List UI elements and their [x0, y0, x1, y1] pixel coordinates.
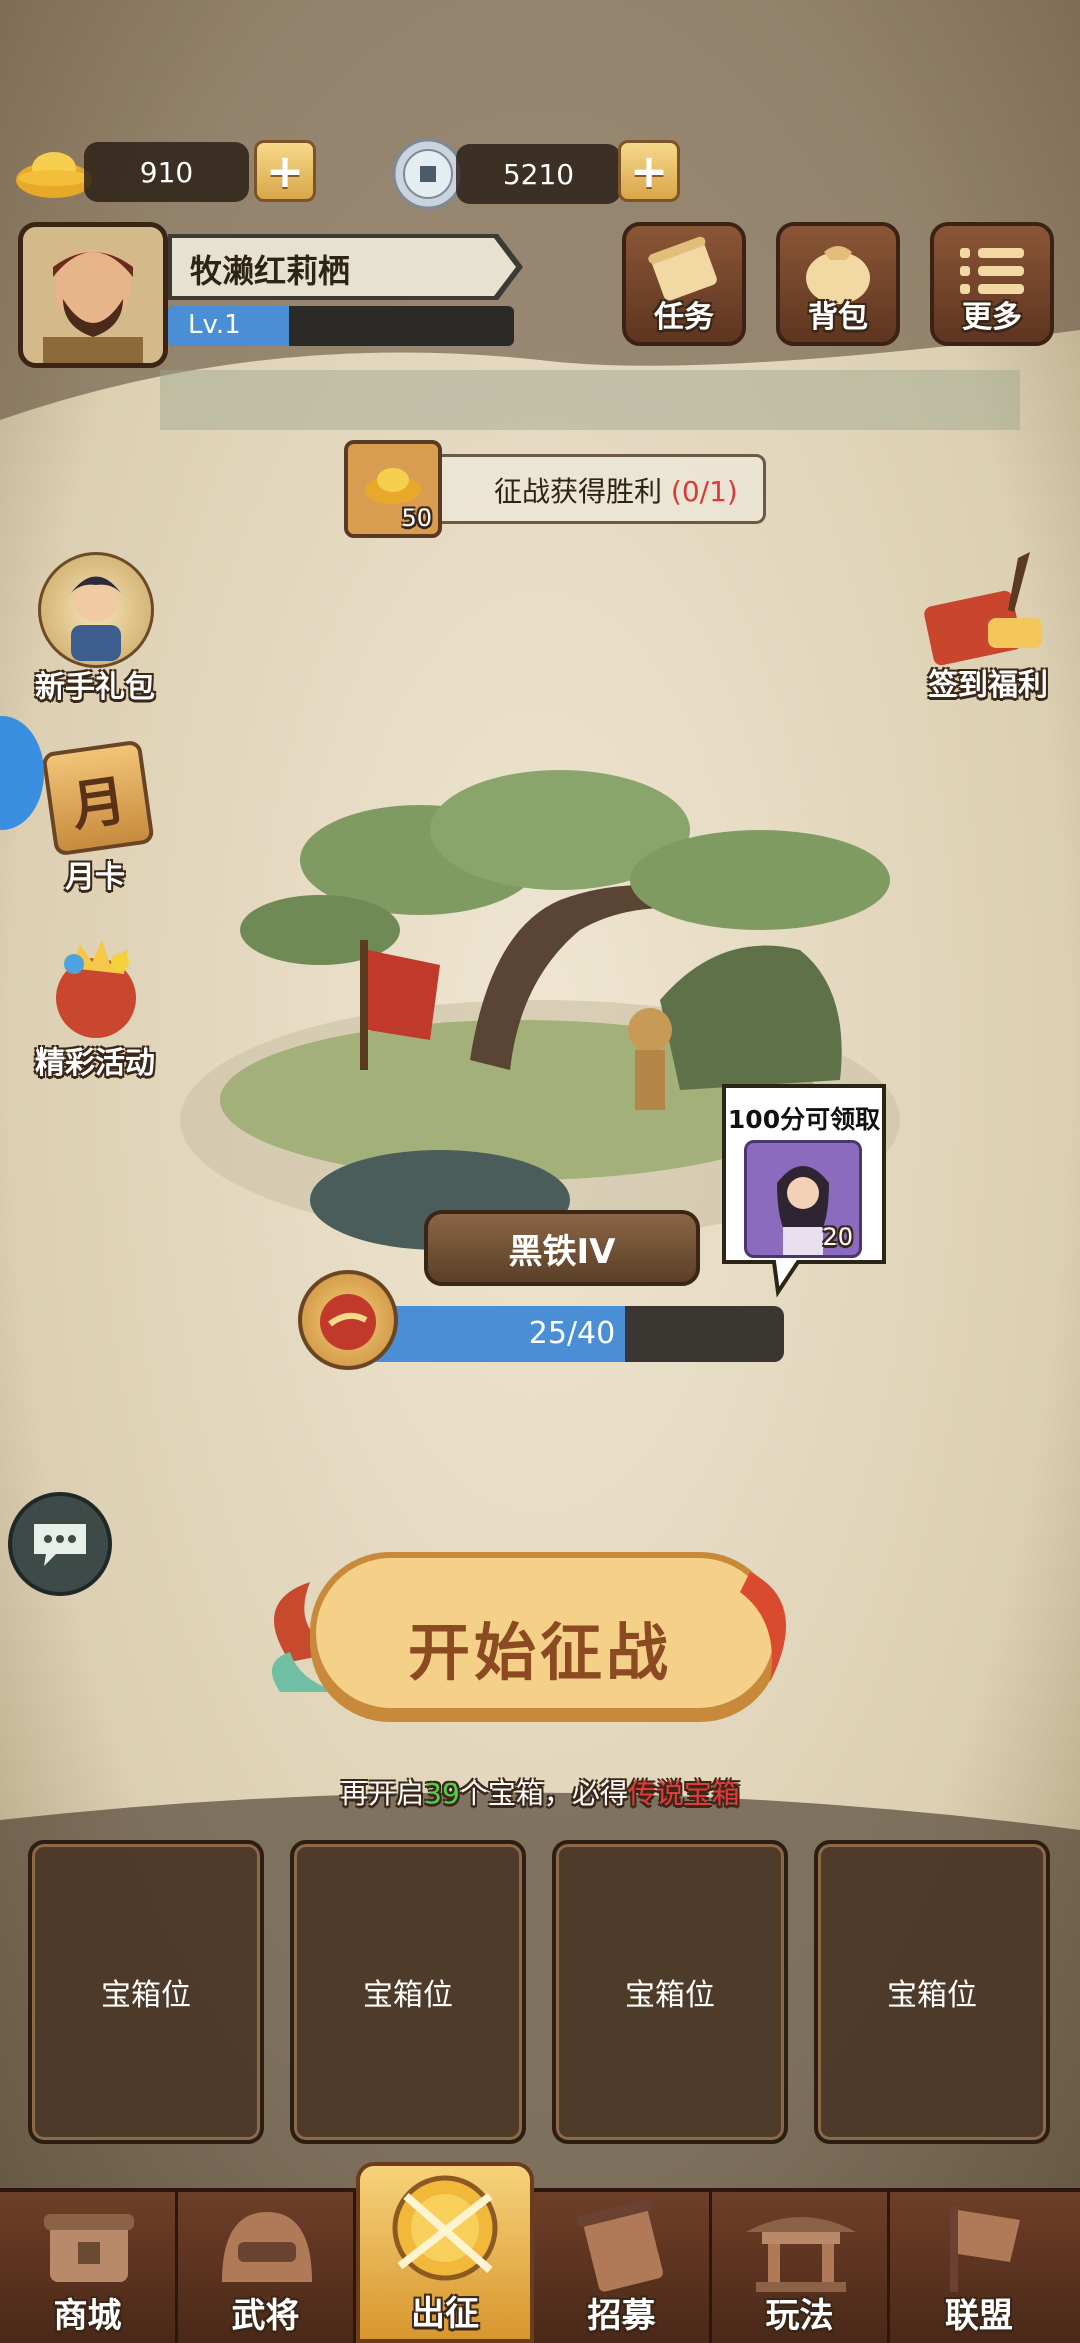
rank-medal-icon	[298, 1270, 398, 1370]
signin-label: 签到福利	[928, 668, 1048, 703]
nav-recruit-label: 招募	[587, 2296, 656, 2336]
chest-hint-count: 39	[424, 1777, 460, 1810]
events-label: 精彩活动	[35, 1046, 155, 1081]
plus-icon: +	[265, 144, 305, 198]
newbie-pack-label: 新手礼包	[35, 670, 155, 705]
chest-slot-4[interactable]: 宝箱位	[814, 1840, 1050, 2144]
chat-bubble-icon	[34, 1524, 86, 1566]
chest-slot-label: 宝箱位	[887, 1978, 977, 2013]
player-name: 牧濑红莉栖	[190, 252, 351, 290]
signin-icon	[918, 548, 1058, 672]
quest-description: 征战获得胜利	[494, 475, 663, 508]
warrior-portrait-icon	[23, 227, 163, 363]
gold-amount: 910	[84, 142, 249, 202]
rank-progress-bar: 25/40	[360, 1306, 784, 1362]
chest-slot-2[interactable]: 宝箱位	[290, 1840, 526, 2144]
add-coin-button[interactable]: +	[618, 140, 680, 202]
flag-icon	[950, 2206, 1020, 2292]
shop-icon	[44, 2214, 134, 2282]
chest-hint-middle: 个宝箱，必得	[459, 1777, 628, 1810]
more-button[interactable]: 更多	[930, 222, 1054, 346]
nav-battle-label: 出征	[411, 2294, 479, 2334]
monthly-card-label: 月卡	[65, 860, 125, 895]
gold-ingot-icon	[14, 142, 94, 202]
reward-bubble-title: 100分可领取	[727, 1105, 881, 1134]
copper-coin-icon	[392, 138, 464, 210]
quest-tracker[interactable]: 50 征战获得胜利 (0/1)	[344, 440, 768, 542]
chest-hint-prefix: 再开启	[340, 1777, 425, 1810]
nav-generals[interactable]: 武将	[178, 2192, 356, 2343]
event-bag-icon	[40, 934, 152, 1046]
newbie-hero-icon	[38, 552, 154, 668]
month-glyph: 月	[67, 768, 130, 838]
chest-slot-label: 宝箱位	[101, 1978, 191, 2013]
monthly-card-icon: 月	[41, 739, 155, 857]
chest-slot-label: 宝箱位	[363, 1978, 453, 2013]
side-events[interactable]: 精彩活动	[10, 928, 180, 1088]
rank-plate: 黑铁IV	[424, 1210, 700, 1286]
task-button[interactable]: 任务	[622, 222, 746, 346]
reward-hero-card: 20	[744, 1140, 862, 1258]
quest-text: 征战获得胜利 (0/1)	[494, 470, 738, 510]
chest-slot-label: 宝箱位	[625, 1978, 715, 2013]
player-level-bar: Lv.1	[168, 306, 514, 346]
rank-name: 黑铁IV	[508, 1231, 616, 1272]
nav-alliance[interactable]: 联盟	[890, 2192, 1068, 2343]
plus-icon: +	[629, 144, 669, 198]
gold-currency: 910 +	[14, 138, 316, 208]
nav-gameplay[interactable]: 玩法	[712, 2192, 890, 2343]
nav-generals-label: 武将	[231, 2296, 300, 2336]
bag-label: 背包	[808, 300, 868, 335]
player-name-banner: 牧濑红莉栖	[168, 234, 528, 300]
nav-alliance-label: 联盟	[945, 2296, 1013, 2336]
reward-bubble[interactable]: 100分可领取 20	[718, 1082, 890, 1298]
bag-button[interactable]: 背包	[776, 222, 900, 346]
nav-shop[interactable]: 商城	[0, 2192, 178, 2343]
chat-button[interactable]	[8, 1492, 112, 1596]
player-avatar[interactable]	[18, 222, 168, 368]
chest-slot-1[interactable]: 宝箱位	[28, 1840, 264, 2144]
quest-progress: (0/1)	[670, 475, 738, 508]
battle-medal-icon	[392, 2175, 498, 2281]
quest-reward-icon: 50	[344, 440, 442, 538]
side-newbie-pack[interactable]: 新手礼包	[10, 548, 180, 708]
chest-slot-3[interactable]: 宝箱位	[552, 1840, 788, 2144]
nav-shop-label: 商城	[53, 2296, 122, 2336]
more-label: 更多	[962, 300, 1022, 335]
start-battle-label: 开始征战	[407, 1616, 672, 1689]
bottom-nav: 商城 武将 出征 招募 玩法 联盟	[0, 2162, 1080, 2343]
helmet-icon	[222, 2212, 312, 2282]
coin-amount: 5210	[456, 144, 621, 204]
player-level: Lv.1	[188, 310, 241, 340]
nav-gameplay-label: 玩法	[765, 2296, 834, 2336]
nav-battle[interactable]: 出征	[356, 2162, 534, 2343]
banner-scroll-icon	[576, 2199, 663, 2292]
rank-progress-text: 25/40	[528, 1316, 616, 1351]
add-gold-button[interactable]: +	[254, 140, 316, 202]
start-battle-button[interactable]: 开始征战	[270, 1552, 810, 1722]
reward-count: 20	[822, 1223, 853, 1251]
task-label: 任务	[654, 300, 714, 335]
coin-currency: 5210 +	[392, 138, 692, 210]
pavilion-icon	[746, 2217, 856, 2292]
quest-reward-amount: 50	[401, 504, 432, 532]
chest-hint-highlight: 传说宝箱	[627, 1777, 740, 1810]
side-signin-welfare[interactable]: 签到福利	[900, 548, 1076, 718]
chest-hint: 再开启39个宝箱，必得传说宝箱	[0, 1772, 1080, 1812]
nav-recruit[interactable]: 招募	[534, 2192, 712, 2343]
